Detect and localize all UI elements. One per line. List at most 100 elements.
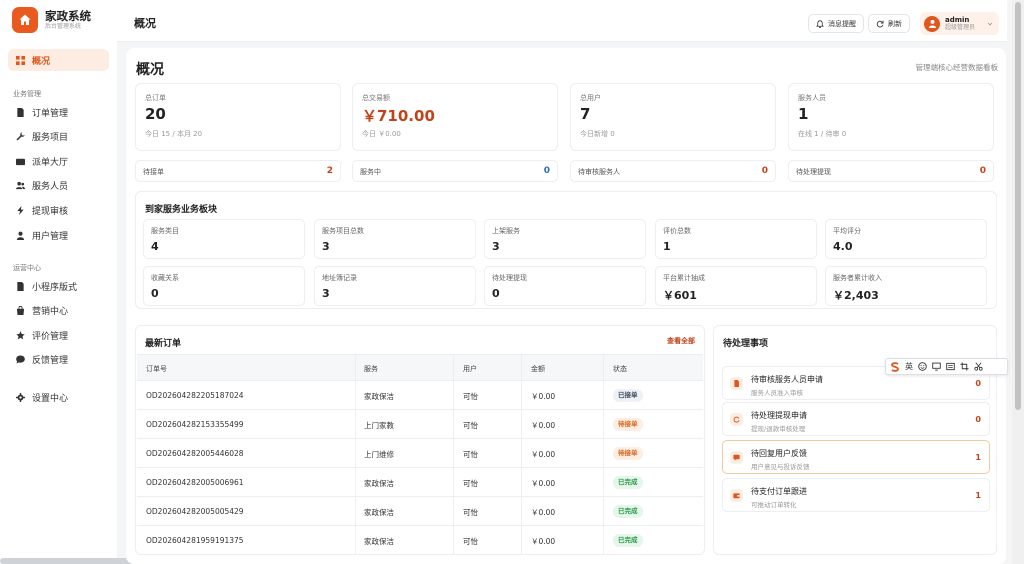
task-subtitle: 提现/退款审核处理 bbox=[751, 425, 806, 433]
table-row[interactable]: OD202604281959191375 家政保洁 可怡 ￥0.00 已完成 bbox=[137, 526, 703, 554]
mini-stat-pending-staff-review[interactable]: 待审核服务人 0 bbox=[570, 160, 776, 182]
sidebar-item-overview[interactable]: 概况 bbox=[8, 49, 109, 71]
stat-card-staff: 服务人员 1 在线 1 / 待审 0 bbox=[788, 83, 994, 151]
sidebar: 家政系统 后台管理系统 概况 业务管理 订单管理 服务项目 派单大厅 服务人员 … bbox=[0, 0, 160, 564]
dashboard-panel: 概况 管理端核心经营数据看板 总订单 20 今日 15 / 本月 20 总交易额… bbox=[126, 48, 1006, 564]
smiley-icon[interactable] bbox=[918, 362, 927, 371]
sidebar-item-staff[interactable]: 服务人员 bbox=[8, 174, 109, 196]
task-count: 1 bbox=[975, 453, 981, 462]
column-header-status[interactable]: 状态 bbox=[613, 364, 627, 374]
ime-language-toggle[interactable]: 英 bbox=[905, 361, 913, 372]
biz-label: 服务类目 bbox=[151, 227, 179, 235]
biz-card: 服务者累计收入 ￥2,403 bbox=[825, 266, 987, 306]
mini-stat-label: 服务中 bbox=[360, 168, 381, 176]
bell-icon bbox=[816, 19, 824, 28]
mini-stat-value: 2 bbox=[326, 166, 333, 176]
column-header-user[interactable]: 用户 bbox=[463, 364, 477, 374]
sidebar-item-users[interactable]: 用户管理 bbox=[8, 224, 109, 246]
mini-stat-in-service[interactable]: 服务中 0 bbox=[352, 160, 558, 182]
sidebar-item-services[interactable]: 服务项目 bbox=[8, 125, 109, 147]
task-count: 1 bbox=[975, 491, 981, 500]
mini-stat-label: 待接单 bbox=[143, 168, 164, 176]
vertical-scrollbar[interactable] bbox=[1012, 0, 1024, 564]
column-header-order-id[interactable]: 订单号 bbox=[146, 364, 167, 374]
notifications-button[interactable]: 消息提醒 bbox=[808, 14, 864, 33]
table-row[interactable]: OD202604282005446028 上门维修 可怡 ￥0.00 待接单 bbox=[137, 439, 703, 468]
brand-logo[interactable]: 家政系统 后台管理系统 bbox=[12, 7, 91, 33]
task-title: 待处理提现申请 bbox=[751, 411, 807, 420]
scrollbar-thumb[interactable] bbox=[1015, 2, 1021, 410]
biz-label: 服务者累计收入 bbox=[833, 274, 882, 282]
biz-label: 平台累计抽成 bbox=[663, 274, 705, 282]
sidebar-item-label: 订单管理 bbox=[32, 108, 69, 119]
task-item[interactable]: 待回复用户反馈 用户意见与投诉反馈 1 bbox=[722, 440, 990, 474]
sidebar-item-marketing[interactable]: 营销中心 bbox=[8, 299, 109, 321]
sidebar-item-label: 营销中心 bbox=[32, 306, 69, 317]
page-description: 管理端核心经营数据看板 bbox=[915, 63, 999, 72]
sidebar-item-orders[interactable]: 订单管理 bbox=[8, 101, 109, 123]
keyboard-icon[interactable] bbox=[946, 362, 955, 371]
biz-value: 0 bbox=[492, 287, 500, 300]
order-user-cell: 可怡 bbox=[463, 421, 478, 430]
user-name: admin bbox=[945, 15, 970, 24]
document-icon bbox=[17, 281, 24, 291]
stat-label: 服务人员 bbox=[798, 94, 826, 102]
biz-label: 平均评分 bbox=[833, 227, 861, 235]
order-amount-cell: ￥0.00 bbox=[531, 508, 556, 517]
ime-logo-icon[interactable] bbox=[890, 361, 900, 372]
stat-value: 7 bbox=[580, 105, 591, 123]
status-badge: 待接单 bbox=[613, 447, 643, 460]
stat-card-total-orders: 总订单 20 今日 15 / 本月 20 bbox=[135, 83, 341, 151]
order-amount-cell: ￥0.00 bbox=[531, 537, 556, 546]
mini-stat-label: 待处理提现 bbox=[796, 168, 831, 176]
sidebar-item-reviews[interactable]: 评价管理 bbox=[8, 324, 109, 346]
stat-sub: 今日新增 0 bbox=[580, 130, 615, 138]
users-icon bbox=[16, 181, 25, 189]
user-role: 超级管理员 bbox=[945, 23, 976, 31]
document-icon bbox=[17, 107, 24, 117]
order-amount-cell: ￥0.00 bbox=[531, 450, 556, 459]
status-badge: 待接单 bbox=[613, 418, 643, 431]
sidebar-item-label: 服务项目 bbox=[32, 132, 69, 143]
scissors-icon[interactable] bbox=[974, 362, 983, 371]
business-section-title: 到家服务业务板块 bbox=[145, 205, 218, 215]
table-row[interactable]: OD202604282005005429 家政保洁 可怡 ￥0.00 已完成 bbox=[137, 497, 703, 526]
order-amount-cell: ￥0.00 bbox=[531, 421, 556, 430]
monitor-icon[interactable] bbox=[932, 362, 941, 371]
biz-value: 3 bbox=[322, 287, 330, 300]
sidebar-item-settings[interactable]: 设置中心 bbox=[8, 386, 109, 408]
order-service-cell: 家政保洁 bbox=[364, 537, 394, 546]
view-all-orders-link[interactable]: 查看全部 bbox=[667, 336, 695, 346]
table-row[interactable]: OD202604282005006961 家政保洁 可怡 ￥0.00 已完成 bbox=[137, 468, 703, 497]
status-badge: 已完成 bbox=[613, 534, 643, 547]
biz-value: 3 bbox=[322, 240, 330, 253]
table-row[interactable]: OD202604282205187024 家政保洁 可怡 ￥0.00 已接单 bbox=[137, 381, 703, 410]
chevron-down-icon bbox=[987, 22, 993, 26]
sidebar-item-miniprogram[interactable]: 小程序版式 bbox=[8, 275, 109, 297]
biz-card: 待处理提现 0 bbox=[484, 266, 646, 306]
ime-toolbar: 英 bbox=[885, 358, 1008, 375]
biz-value: 4.0 bbox=[833, 240, 853, 253]
order-amount-cell: ￥0.00 bbox=[531, 392, 556, 401]
mini-stat-pending-accept[interactable]: 待接单 2 bbox=[135, 160, 341, 182]
user-menu[interactable]: admin 超级管理员 bbox=[920, 12, 999, 35]
sidebar-item-label: 派单大厅 bbox=[32, 157, 69, 168]
column-header-amount[interactable]: 金额 bbox=[531, 364, 545, 374]
sidebar-item-feedback[interactable]: 反馈管理 bbox=[8, 348, 109, 370]
task-item[interactable]: 待支付订单跟进 可推动订单转化 1 bbox=[722, 478, 990, 512]
crop-icon[interactable] bbox=[960, 362, 969, 371]
refresh-button[interactable]: 刷新 bbox=[868, 14, 910, 33]
brand-title: 家政系统 bbox=[45, 8, 91, 23]
table-row[interactable]: OD202604282153355499 上门家教 可怡 ￥0.00 待接单 bbox=[137, 410, 703, 439]
sidebar-item-dispatch[interactable]: 派单大厅 bbox=[8, 150, 109, 172]
sidebar-item-withdrawals[interactable]: 提现审核 bbox=[8, 199, 109, 221]
task-title: 待回复用户反馈 bbox=[751, 449, 807, 458]
stat-value: ￥710.00 bbox=[362, 107, 435, 125]
order-id-cell: OD202604282005005429 bbox=[146, 507, 244, 516]
stat-sub: 在线 1 / 待审 0 bbox=[798, 130, 847, 138]
task-title: 待支付订单跟进 bbox=[751, 487, 807, 496]
task-subtitle: 用户意见与投诉反馈 bbox=[751, 463, 810, 471]
mini-stat-pending-withdrawal[interactable]: 待处理提现 0 bbox=[788, 160, 994, 182]
task-item[interactable]: 待处理提现申请 提现/退款审核处理 0 bbox=[722, 402, 990, 436]
column-header-service[interactable]: 服务 bbox=[364, 364, 378, 374]
